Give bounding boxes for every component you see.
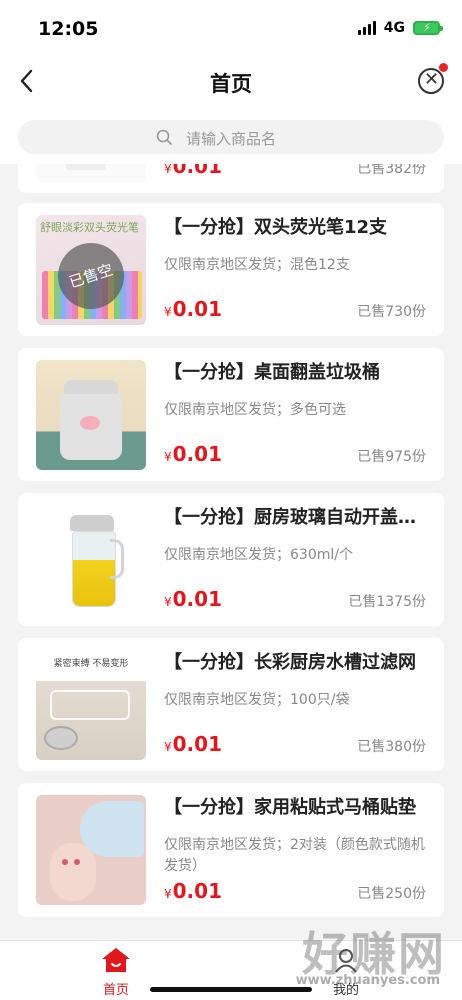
product-image-text: 紧密束缚 不易变形 — [53, 659, 129, 669]
product-price: ¥0.01 — [164, 587, 222, 611]
page-title: 首页 — [210, 72, 252, 96]
product-sold-count: 已售250份 — [357, 886, 426, 902]
product-name: 【一分抢】家用粘贴式马桶贴垫 — [164, 797, 416, 818]
product-desc: 仅限南京地区发货；2对装（颜色款式随机发货） — [164, 837, 425, 874]
home-indicator — [150, 987, 312, 992]
status-bar: 12:05 4G ⚡ — [0, 0, 462, 56]
search-placeholder: 请输入商品名 — [186, 130, 277, 148]
product-card[interactable]: 【一分抢】厨房玻璃自动开盖油壶 仅限南京地区发货；630ml/个 ¥0.01 已… — [18, 493, 444, 626]
product-card[interactable]: 舒眼淡彩双头荧光笔 已售空 【一分抢】双头荧光笔12支 仅限南京地区发货；混色1… — [18, 203, 444, 336]
search-icon — [156, 129, 172, 145]
product-card[interactable]: 紧密束缚 不易变形 【一分抢】长彩厨房水槽过滤网 仅限南京地区发货；100只/袋… — [18, 638, 444, 771]
product-image: 舒眼淡彩双头荧光笔 已售空 — [36, 215, 146, 325]
product-name: 【一分抢】双头荧光笔12支 — [164, 217, 388, 238]
product-price: ¥0.01 — [164, 442, 222, 466]
product-name: 【一分抢】长彩厨房水槽过滤网 — [164, 652, 416, 673]
product-image — [36, 505, 146, 615]
watermark-url: www.zhuanyes.com — [295, 973, 440, 988]
product-sold-count: 已售382份 — [357, 164, 426, 177]
product-desc: 仅限南京地区发货；630ml/个 — [164, 547, 353, 563]
product-sold-count: 已售730份 — [357, 304, 426, 320]
product-name: 【一分抢】桌面翻盖垃圾桶 — [164, 362, 380, 383]
product-image: 紧密束缚 不易变形 — [36, 650, 146, 760]
product-list[interactable]: ¥0.01 已售382份 舒眼淡彩双头荧光笔 已售空 【一分抢】双头荧光笔12支… — [0, 164, 462, 940]
product-card[interactable]: 【一分抢】家用粘贴式马桶贴垫 仅限南京地区发货；2对装（颜色款式随机发货） ¥0… — [18, 783, 444, 917]
network-label: 4G — [383, 20, 405, 36]
product-image — [36, 360, 146, 470]
product-price: ¥0.01 — [164, 879, 222, 903]
product-sold-count: 已售975份 — [357, 449, 426, 465]
product-price: ¥0.01 — [164, 732, 222, 756]
product-sold-count: 已售380份 — [357, 739, 426, 755]
product-desc: 仅限南京地区发货；混色12支 — [164, 257, 350, 273]
product-desc: 仅限南京地区发货；多色可选 — [164, 402, 346, 418]
product-name: 【一分抢】厨房玻璃自动开盖油壶 — [164, 507, 426, 528]
signal-icon — [357, 21, 376, 35]
battery-icon: ⚡ — [413, 21, 443, 35]
status-indicators: 4G ⚡ — [357, 20, 443, 36]
product-card[interactable]: ¥0.01 已售382份 — [18, 164, 444, 193]
home-icon — [102, 948, 130, 972]
product-image — [36, 795, 146, 905]
nav-bar: 首页 ✕ — [0, 56, 462, 108]
product-price: ¥0.01 — [164, 297, 222, 321]
product-image-text: 舒眼淡彩双头荧光笔 — [40, 221, 139, 234]
product-sold-count: 已售1375份 — [348, 594, 426, 610]
product-image — [36, 164, 146, 182]
notification-dot — [439, 63, 448, 72]
status-time: 12:05 — [38, 18, 99, 40]
product-card[interactable]: 【一分抢】桌面翻盖垃圾桶 仅限南京地区发货；多色可选 ¥0.01 已售975份 — [18, 348, 444, 481]
product-desc: 仅限南京地区发货；100只/袋 — [164, 692, 350, 708]
product-price: ¥0.01 — [164, 164, 222, 178]
search-input[interactable]: 请输入商品名 — [18, 120, 444, 154]
search-bar: 请输入商品名 — [0, 108, 462, 164]
close-circle-icon[interactable]: ✕ — [418, 68, 444, 94]
